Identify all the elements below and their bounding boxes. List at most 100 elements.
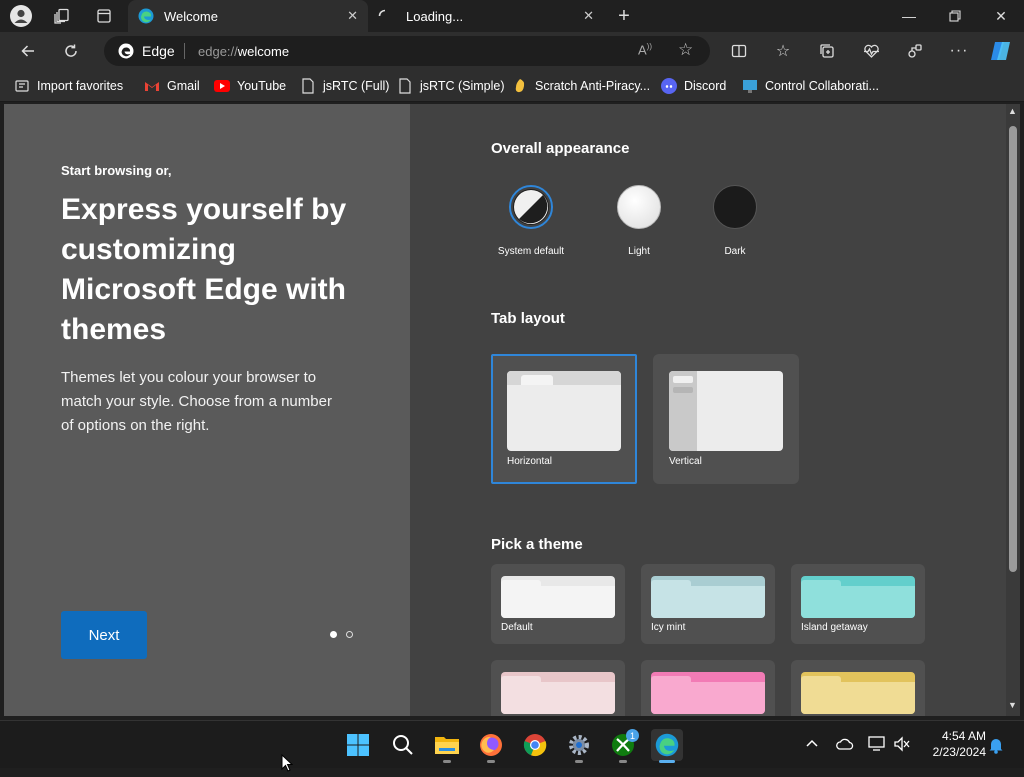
- restore-icon[interactable]: [932, 0, 978, 32]
- split-screen-icon[interactable]: [726, 39, 752, 63]
- read-aloud-icon[interactable]: A)): [638, 42, 652, 57]
- clock-date: 2/23/2024: [932, 745, 986, 759]
- tab-strip: Welcome ✕ Loading... ✕ + — ✕: [0, 0, 1024, 32]
- appearance-label: Light: [628, 246, 650, 257]
- favorite-control-collaboration[interactable]: Control Collaborati...: [742, 77, 879, 95]
- favorite-jsrtc-simple[interactable]: jsRTC (Simple): [397, 77, 505, 95]
- theme-card[interactable]: [641, 660, 775, 716]
- close-tab-icon[interactable]: ✕: [583, 8, 594, 24]
- favorite-label: Scratch Anti-Piracy...: [535, 79, 651, 93]
- favorites-icon[interactable]: ☆: [770, 39, 796, 63]
- copilot-icon[interactable]: [988, 39, 1014, 63]
- theme-card[interactable]: Island getaway: [791, 564, 925, 644]
- settings-icon[interactable]: [563, 729, 595, 761]
- active-indicator: [659, 760, 675, 763]
- url-text[interactable]: edge://welcome: [198, 44, 289, 59]
- tab-label: Loading...: [406, 8, 464, 24]
- favorite-label: jsRTC (Simple): [420, 79, 505, 93]
- favorite-jsrtc-full[interactable]: jsRTC (Full): [300, 77, 389, 95]
- notification-badge-icon: 1: [626, 729, 639, 742]
- theme-preview: [801, 672, 915, 714]
- favorite-star-icon[interactable]: ☆: [678, 40, 693, 60]
- next-button[interactable]: Next: [61, 611, 147, 659]
- pager-dot[interactable]: [346, 631, 353, 638]
- appearance-label: System default: [497, 246, 565, 257]
- favorite-discord[interactable]: Discord: [661, 77, 726, 95]
- tab-actions-icon[interactable]: [92, 4, 116, 28]
- tab-layout-horizontal[interactable]: Horizontal: [491, 354, 637, 484]
- extensions-icon[interactable]: [902, 39, 928, 63]
- favorite-gmail[interactable]: Gmail: [144, 77, 200, 95]
- running-indicator: [487, 760, 495, 763]
- running-indicator: [443, 760, 451, 763]
- profile-icon[interactable]: [9, 4, 33, 28]
- welcome-page: Start browsing or, Express yourself by c…: [4, 104, 1020, 716]
- scroll-up-arrow-icon[interactable]: ▲: [1008, 106, 1017, 116]
- theme-preview: [501, 672, 615, 714]
- theme-label: Default: [501, 622, 533, 633]
- favorite-label: Gmail: [167, 79, 200, 93]
- start-icon[interactable]: [342, 729, 374, 761]
- heading-line: customizing: [61, 233, 237, 266]
- layout-label: Vertical: [669, 456, 702, 467]
- favorite-label: jsRTC (Full): [323, 79, 390, 93]
- browser-essentials-icon[interactable]: [858, 39, 884, 63]
- favorite-youtube[interactable]: YouTube: [214, 77, 286, 95]
- theme-card[interactable]: Default: [491, 564, 625, 644]
- scroll-thumb[interactable]: [1009, 126, 1017, 572]
- favorite-import-favorites[interactable]: Import favorites: [14, 77, 123, 95]
- heading-line: themes: [61, 313, 167, 346]
- tab-label: Welcome: [164, 8, 218, 24]
- address-bar[interactable]: Edge edge://welcome A)) ☆: [104, 36, 710, 66]
- theme-card[interactable]: [491, 660, 625, 716]
- customize-pane: Overall appearance System default Light …: [410, 104, 1004, 716]
- layout-label: Horizontal: [507, 456, 553, 467]
- site-label: Edge: [142, 43, 175, 59]
- volume-muted-icon[interactable]: [893, 736, 911, 757]
- file-explorer-icon[interactable]: [431, 729, 463, 761]
- tab-welcome[interactable]: Welcome ✕: [128, 0, 368, 32]
- theme-card[interactable]: [791, 660, 925, 716]
- show-hidden-icons-icon[interactable]: [806, 736, 818, 751]
- network-icon[interactable]: [868, 736, 886, 757]
- appearance-label: Dark: [724, 246, 746, 257]
- chrome-icon[interactable]: [519, 729, 551, 761]
- more-options-icon[interactable]: ···: [946, 39, 972, 63]
- scratch-icon: [512, 78, 528, 94]
- theme-label: Icy mint: [651, 622, 686, 633]
- body-line: match your style. Choose from a number: [61, 393, 332, 410]
- collections-icon[interactable]: [814, 39, 840, 63]
- heading-line: Microsoft Edge with: [61, 273, 346, 306]
- favorite-scratch[interactable]: Scratch Anti-Piracy...: [512, 77, 650, 95]
- scroll-down-arrow-icon[interactable]: ▼: [1008, 700, 1017, 710]
- close-tab-icon[interactable]: ✕: [347, 8, 358, 24]
- firefox-icon[interactable]: [475, 729, 507, 761]
- edge-logo-icon: [138, 8, 154, 24]
- appearance-light[interactable]: [617, 185, 661, 229]
- close-window-icon[interactable]: ✕: [978, 0, 1024, 32]
- url-scheme: edge://: [198, 44, 238, 59]
- pager-dot-active[interactable]: [330, 631, 337, 638]
- tab-loading[interactable]: Loading... ✕: [368, 0, 604, 32]
- new-tab-icon[interactable]: +: [612, 4, 636, 28]
- notifications-bell-icon[interactable]: [988, 736, 1004, 759]
- minimize-icon[interactable]: —: [886, 0, 932, 32]
- page-scrollbar[interactable]: ▲ ▼: [1006, 104, 1020, 716]
- running-indicator: [619, 760, 627, 763]
- theme-label: Island getaway: [801, 622, 868, 633]
- favorite-label: YouTube: [237, 79, 287, 93]
- refresh-icon[interactable]: [58, 39, 84, 63]
- workspaces-icon[interactable]: [50, 4, 74, 28]
- theme-card[interactable]: Icy mint: [641, 564, 775, 644]
- tab-layout-vertical[interactable]: Vertical: [653, 354, 799, 484]
- edge-taskbar-icon[interactable]: [651, 729, 683, 761]
- search-icon[interactable]: [387, 729, 419, 761]
- appearance-system-default[interactable]: [509, 185, 553, 229]
- taskbar: 1 4:54 AM 2/23/2024: [0, 720, 1024, 768]
- back-icon[interactable]: [15, 39, 41, 63]
- onedrive-icon[interactable]: [836, 737, 854, 756]
- appearance-dark[interactable]: [713, 185, 757, 229]
- clock[interactable]: 4:54 AM 2/23/2024: [920, 728, 986, 760]
- page-icon: [300, 78, 316, 94]
- tab-layout-title: Tab layout: [491, 310, 565, 327]
